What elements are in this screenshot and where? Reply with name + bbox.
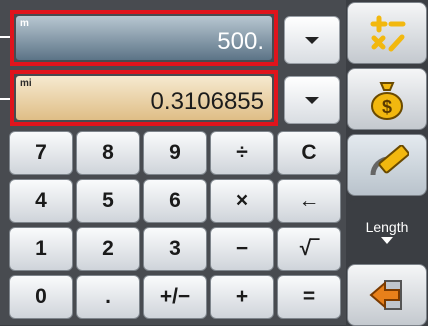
key-4[interactable]: 4 — [9, 179, 73, 223]
operations-button[interactable] — [347, 2, 427, 64]
chevron-down-icon — [305, 97, 319, 104]
money-bag-icon: $ — [371, 82, 403, 120]
sidebar: $ Length — [346, 0, 428, 326]
key-plus-minus[interactable]: +/− — [143, 275, 207, 319]
display-top-unit: m — [20, 18, 29, 29]
display-row-top: m 500. — [0, 0, 346, 70]
ruler-icon — [370, 145, 409, 176]
key-7[interactable]: 7 — [9, 131, 73, 175]
key-decimal[interactable]: . — [76, 275, 140, 319]
key-3[interactable]: 3 — [143, 227, 207, 271]
keypad: 7 8 9 ÷ C 4 5 6 × ← 1 2 3 − √‾ 0 . +/− +… — [0, 131, 346, 325]
key-0[interactable]: 0 — [9, 275, 73, 319]
display-top-highlight: m 500. — [10, 10, 278, 66]
conversion-button[interactable] — [347, 134, 427, 196]
display-bottom[interactable]: mi 0.3106855 — [16, 76, 272, 120]
unit-dropdown-bottom[interactable] — [284, 76, 340, 124]
calculator-app: m 500. mi 0.3106855 7 8 9 ÷ C 4 5 6 × ← … — [0, 0, 428, 326]
chevron-down-icon — [305, 37, 319, 44]
mode-label: Length — [365, 218, 409, 235]
currency-button[interactable]: $ — [347, 68, 427, 130]
back-arrow-icon — [369, 280, 402, 310]
key-multiply[interactable]: × — [210, 179, 274, 223]
key-5[interactable]: 5 — [76, 179, 140, 223]
key-1[interactable]: 1 — [9, 227, 73, 271]
back-button[interactable] — [347, 264, 427, 326]
key-clear[interactable]: C — [277, 131, 341, 175]
unit-dropdown-top[interactable] — [284, 16, 340, 64]
display-bottom-unit: mi — [20, 78, 32, 89]
display-bottom-highlight: mi 0.3106855 — [10, 70, 278, 126]
display-top-value: 500. — [217, 28, 264, 55]
key-2[interactable]: 2 — [76, 227, 140, 271]
key-square-root[interactable]: √‾ — [277, 227, 341, 271]
calculator-operations-icon — [370, 15, 406, 52]
display-row-bottom: mi 0.3106855 — [0, 70, 346, 132]
key-9[interactable]: 9 — [143, 131, 207, 175]
chevron-down-icon — [381, 236, 393, 244]
display-bottom-value: 0.3106855 — [150, 88, 264, 115]
key-plus[interactable]: + — [210, 275, 274, 319]
display-top[interactable]: m 500. — [16, 16, 272, 60]
mode-selector[interactable]: Length — [347, 200, 427, 262]
key-divide[interactable]: ÷ — [210, 131, 274, 175]
key-backspace[interactable]: ← — [277, 179, 341, 223]
key-equals[interactable]: = — [277, 275, 341, 319]
key-minus[interactable]: − — [210, 227, 274, 271]
svg-text:$: $ — [382, 97, 392, 117]
key-8[interactable]: 8 — [76, 131, 140, 175]
key-6[interactable]: 6 — [143, 179, 207, 223]
